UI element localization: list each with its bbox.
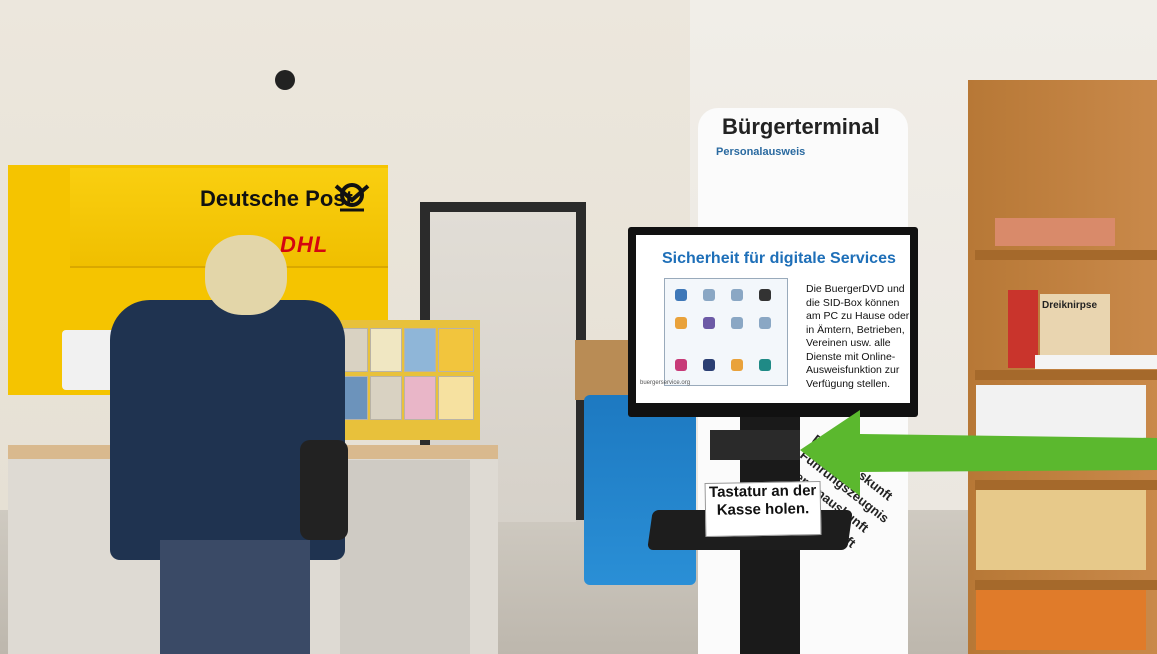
dhl-logo: DHL <box>280 232 329 257</box>
photo-scene: Deutsche Post DHL Bürgerterminal Persona… <box>0 0 1157 654</box>
app-icon <box>731 317 743 329</box>
cardboard-boxes <box>575 340 635 400</box>
book-row <box>976 590 1146 650</box>
shelf-board <box>975 370 1157 380</box>
banner-subtitle: Personalausweis <box>716 146 806 158</box>
app-icon <box>759 359 771 371</box>
app-icon <box>759 317 771 329</box>
book-title: Dreiknirpse <box>1042 300 1098 311</box>
app-icon <box>731 289 743 301</box>
customer-head <box>205 235 287 315</box>
security-camera <box>275 70 295 90</box>
book-row <box>1008 290 1038 368</box>
app-icon <box>675 359 687 371</box>
customer-jeans <box>160 540 310 654</box>
book-row <box>976 490 1146 570</box>
book-stack <box>1035 355 1157 369</box>
app-icon <box>675 317 687 329</box>
app-icon <box>703 289 715 301</box>
monitor-body-text: Die BuergerDVD und die SID-Box können am… <box>806 283 910 390</box>
shelf-board <box>975 250 1157 260</box>
brochure-rack <box>330 320 480 440</box>
keyboard-tray <box>710 430 800 460</box>
app-icon <box>703 359 715 371</box>
shelf-board <box>975 580 1157 590</box>
book-stack <box>995 218 1115 246</box>
app-icon <box>675 289 687 301</box>
monitor-app-grid <box>664 278 788 386</box>
monitor-footer: buergerservice.org <box>640 380 691 386</box>
app-icon <box>703 317 715 329</box>
ice-cream-freezer <box>584 395 696 585</box>
app-icon <box>731 359 743 371</box>
post-horn-icon <box>334 183 370 212</box>
app-icon <box>759 289 771 301</box>
green-arrow-icon <box>800 410 1157 496</box>
notice-line: Kasse holen. <box>716 500 810 519</box>
customer-bag <box>300 440 348 540</box>
counter-panel <box>340 460 470 654</box>
monitor-title: Sicherheit für digitale Services <box>662 250 896 267</box>
banner-title: Bürgerterminal <box>722 114 880 139</box>
deutsche-post-label: Deutsche Post <box>200 186 353 211</box>
